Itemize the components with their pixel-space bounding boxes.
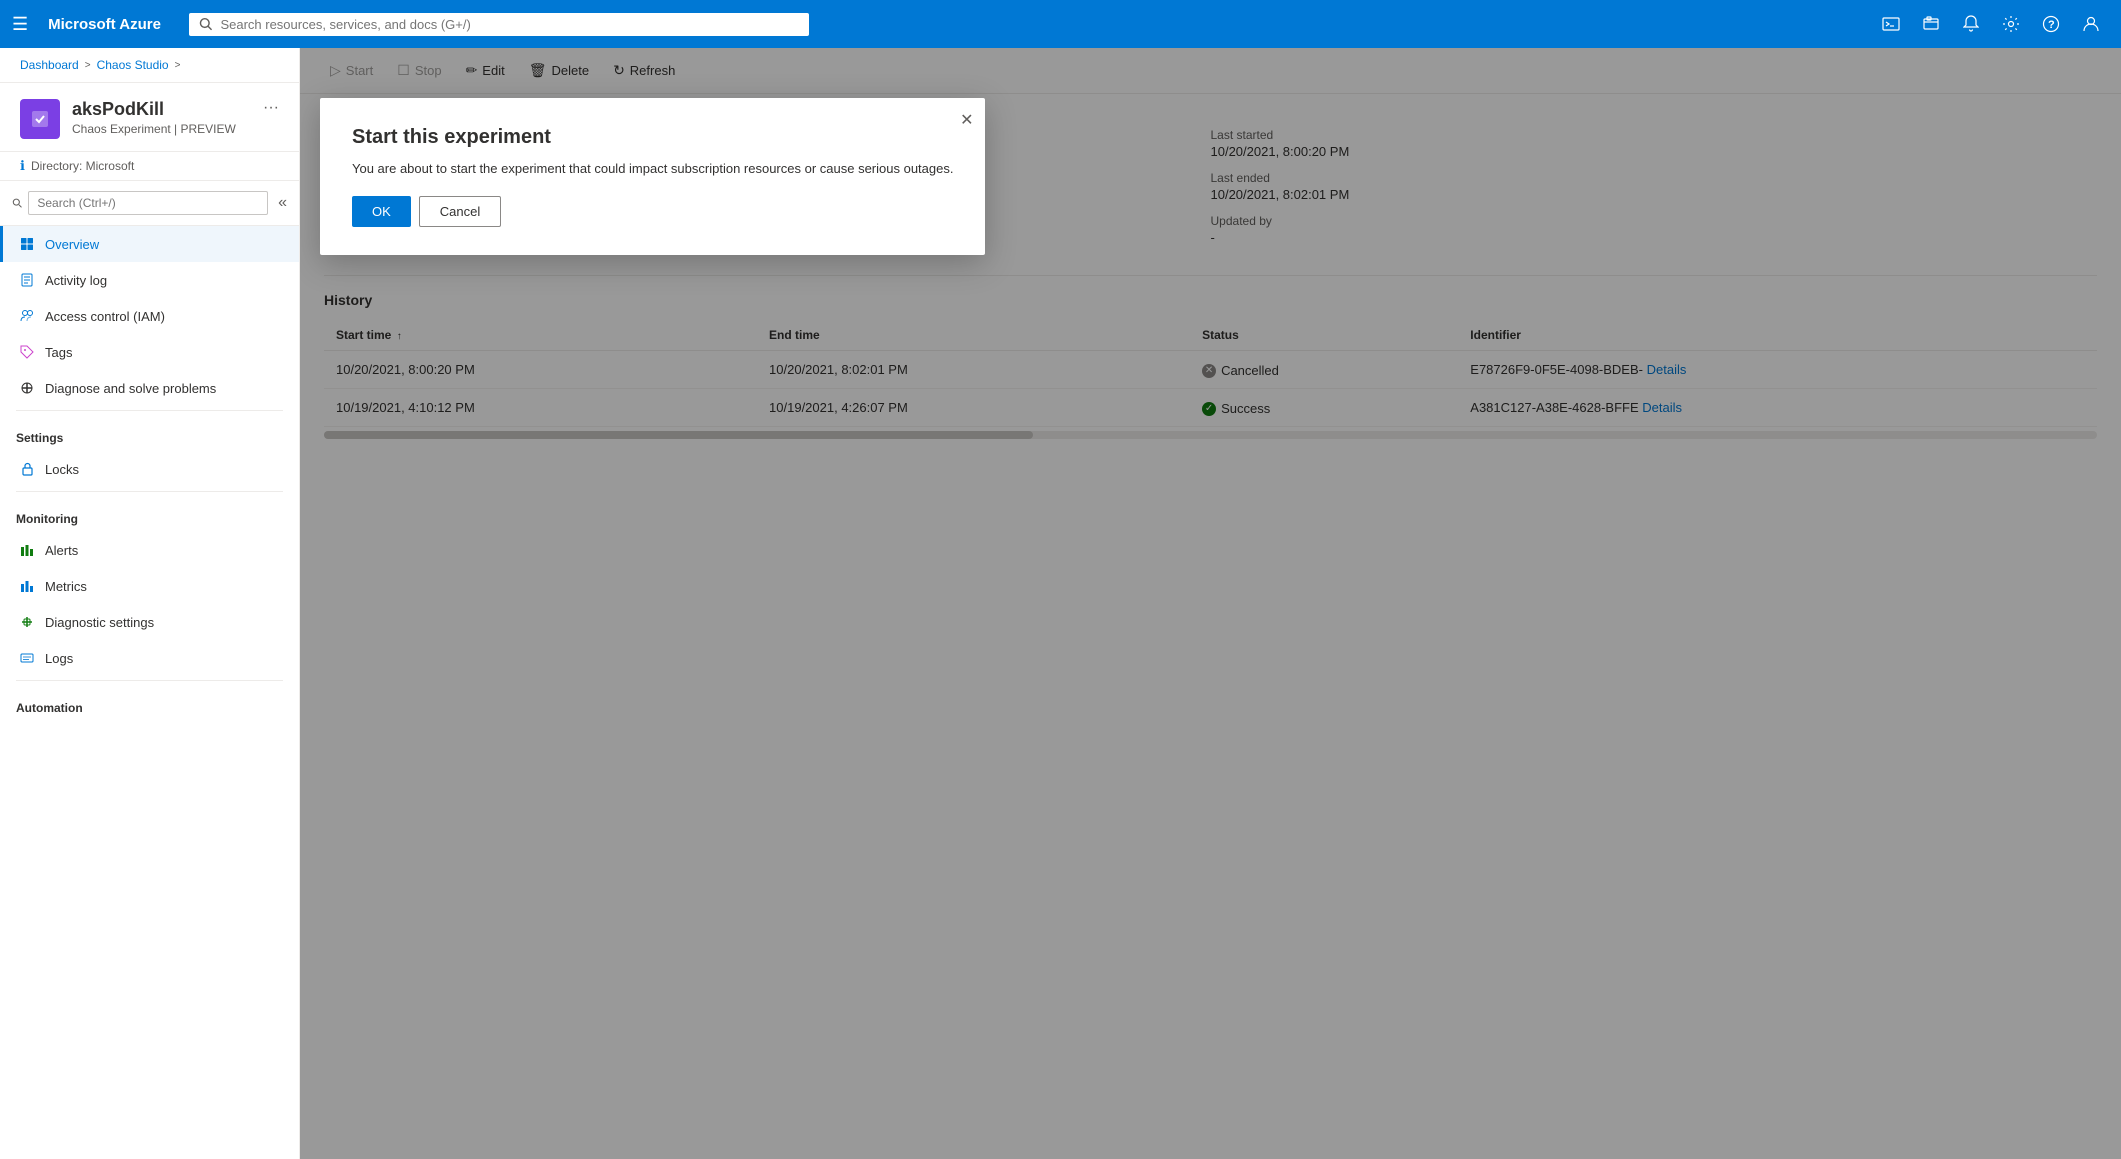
resource-more-button[interactable]: ··· xyxy=(263,99,279,117)
svg-text:?: ? xyxy=(2048,19,2055,31)
sidebar-item-diagnose[interactable]: Diagnose and solve problems xyxy=(0,370,299,406)
main-layout: Dashboard > Chaos Studio > aksPodKill Ch… xyxy=(0,48,2121,1159)
modal-description: You are about to start the experiment th… xyxy=(352,161,953,176)
sidebar-search-icon xyxy=(12,197,22,209)
locks-icon xyxy=(19,461,35,477)
directory-text: Directory: Microsoft xyxy=(31,159,134,173)
diagnostic-settings-icon xyxy=(19,614,35,630)
logs-icon xyxy=(19,650,35,666)
diagnose-icon xyxy=(19,380,35,396)
hamburger-icon[interactable]: ☰ xyxy=(12,14,28,35)
activity-log-icon xyxy=(19,272,35,288)
breadcrumb-chaos-studio[interactable]: Chaos Studio xyxy=(97,58,169,72)
sidebar-item-metrics[interactable]: Metrics xyxy=(0,568,299,604)
modal-ok-button[interactable]: OK xyxy=(352,196,411,227)
search-input[interactable] xyxy=(220,17,799,32)
settings-section-header: Settings xyxy=(0,415,299,451)
nav-divider-settings xyxy=(16,410,283,411)
nav-divider-automation xyxy=(16,680,283,681)
sidebar-item-locks[interactable]: Locks xyxy=(0,451,299,487)
global-search[interactable] xyxy=(189,13,809,36)
modal-overlay: ✕ Start this experiment You are about to… xyxy=(300,48,2121,1159)
sidebar-item-activity-log-label: Activity log xyxy=(45,273,107,288)
modal-title: Start this experiment xyxy=(352,126,953,149)
resource-header: aksPodKill Chaos Experiment | PREVIEW ··… xyxy=(0,83,299,152)
sidebar-item-diagnostic-settings-label: Diagnostic settings xyxy=(45,615,154,630)
sidebar-search-input[interactable] xyxy=(28,191,268,215)
sidebar-item-overview[interactable]: Overview xyxy=(0,226,299,262)
sidebar-item-overview-label: Overview xyxy=(45,237,99,252)
sidebar-item-diagnostic-settings[interactable]: Diagnostic settings xyxy=(0,604,299,640)
terminal-icon[interactable] xyxy=(1873,6,1909,42)
sidebar-item-activity-log[interactable]: Activity log xyxy=(0,262,299,298)
sidebar-item-diagnose-label: Diagnose and solve problems xyxy=(45,381,216,396)
modal-cancel-button[interactable]: Cancel xyxy=(419,196,501,227)
sidebar-search-container: « xyxy=(0,181,299,226)
resource-icon xyxy=(20,99,60,139)
tags-icon xyxy=(19,344,35,360)
sidebar-item-metrics-label: Metrics xyxy=(45,579,87,594)
sidebar-item-tags[interactable]: Tags xyxy=(0,334,299,370)
sidebar-item-alerts[interactable]: Alerts xyxy=(0,532,299,568)
sidebar-item-locks-label: Locks xyxy=(45,462,79,477)
top-bar-icons: ? xyxy=(1873,6,2109,42)
sidebar-collapse-button[interactable]: « xyxy=(278,194,287,212)
breadcrumb-sep-1: > xyxy=(85,60,91,71)
sidebar: Dashboard > Chaos Studio > aksPodKill Ch… xyxy=(0,48,300,1159)
resource-info: aksPodKill Chaos Experiment | PREVIEW xyxy=(72,99,251,136)
nav-divider-monitoring xyxy=(16,491,283,492)
bell-icon[interactable] xyxy=(1953,6,1989,42)
settings-icon[interactable] xyxy=(1993,6,2029,42)
app-title: Microsoft Azure xyxy=(48,16,161,33)
modal-actions: OK Cancel xyxy=(352,196,953,227)
alerts-icon xyxy=(19,542,35,558)
sidebar-item-alerts-label: Alerts xyxy=(45,543,78,558)
breadcrumb-sep-2: > xyxy=(175,60,181,71)
directory-icon[interactable] xyxy=(1913,6,1949,42)
info-icon: ℹ xyxy=(20,158,25,174)
sidebar-item-tags-label: Tags xyxy=(45,345,72,360)
access-control-icon xyxy=(19,308,35,324)
sidebar-item-access-control[interactable]: Access control (IAM) xyxy=(0,298,299,334)
breadcrumb: Dashboard > Chaos Studio > xyxy=(0,48,299,83)
search-icon xyxy=(199,17,213,31)
nav-scroll-area: Overview Activity log Access control (IA… xyxy=(0,226,299,1159)
top-bar: ☰ Microsoft Azure ? xyxy=(0,0,2121,48)
modal-close-button[interactable]: ✕ xyxy=(960,110,973,130)
directory-info: ℹ Directory: Microsoft xyxy=(0,152,299,181)
automation-section-header: Automation xyxy=(0,685,299,721)
resource-subtitle: Chaos Experiment | PREVIEW xyxy=(72,122,251,136)
modal-dialog: ✕ Start this experiment You are about to… xyxy=(320,98,985,255)
overview-icon xyxy=(19,236,35,252)
monitoring-section-header: Monitoring xyxy=(0,496,299,532)
sidebar-item-logs-label: Logs xyxy=(45,651,73,666)
metrics-icon xyxy=(19,578,35,594)
help-icon[interactable]: ? xyxy=(2033,6,2069,42)
breadcrumb-dashboard[interactable]: Dashboard xyxy=(20,58,79,72)
resource-name: aksPodKill xyxy=(72,99,251,120)
sidebar-item-access-control-label: Access control (IAM) xyxy=(45,309,165,324)
sidebar-item-logs[interactable]: Logs xyxy=(0,640,299,676)
profile-icon[interactable] xyxy=(2073,6,2109,42)
content-area: ▷ Start ☐ Stop ✏ Edit 🗑 Delete ↻ Refresh xyxy=(300,48,2121,1159)
